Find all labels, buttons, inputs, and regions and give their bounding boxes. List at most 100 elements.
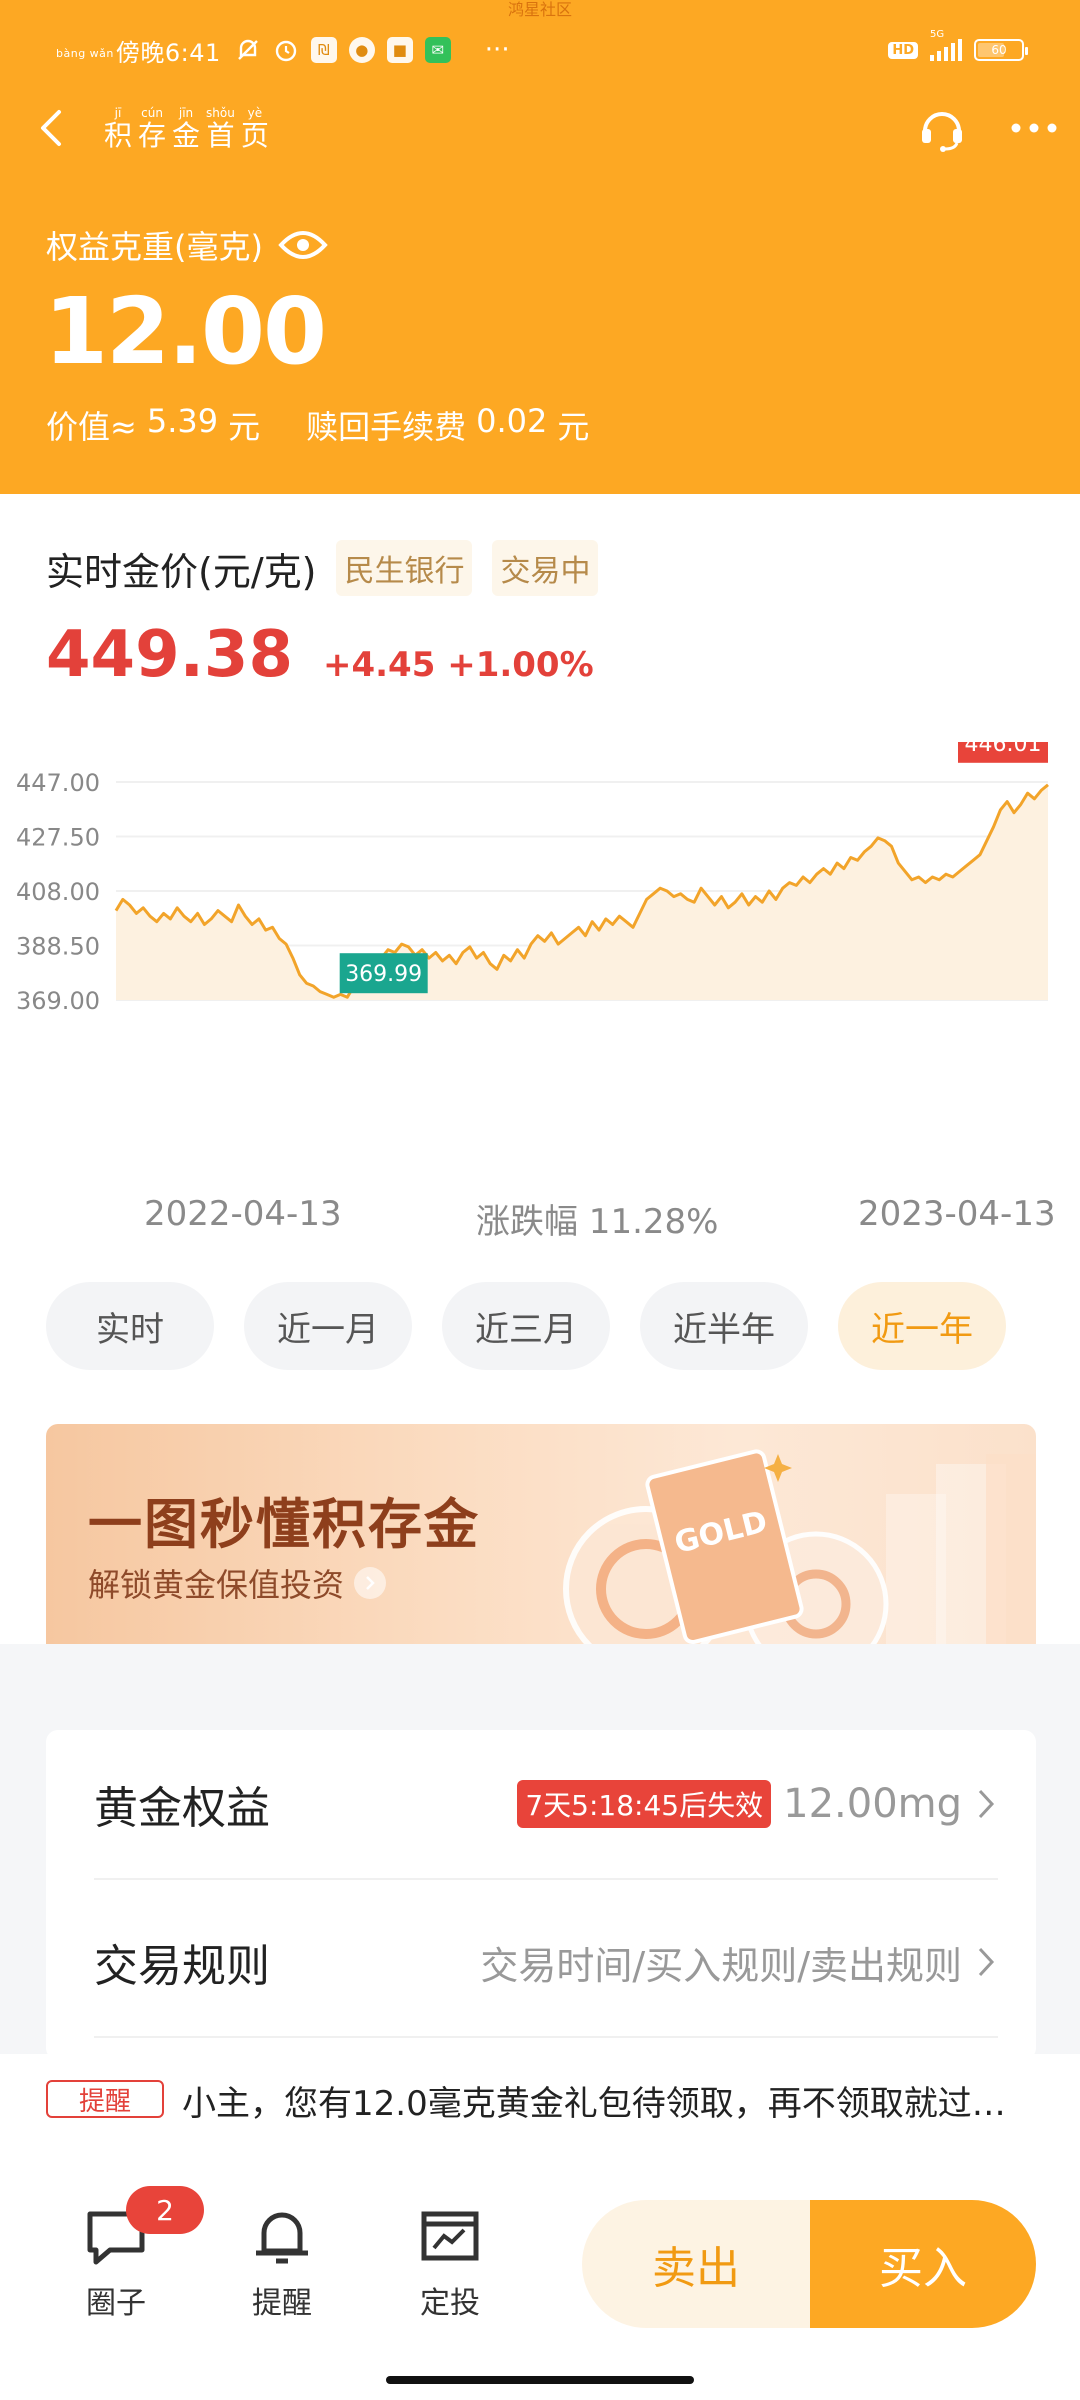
bank-tag: 民生银行 xyxy=(336,540,473,596)
gold-equity-row[interactable]: 黄金权益 7天5:18:45后失效 12.00mg xyxy=(94,1730,998,1880)
trading-rules-value: 交易时间/买入规则/卖出规则 xyxy=(480,1943,962,1988)
title-char: jī 积 xyxy=(104,106,132,152)
gold-equity-right: 7天5:18:45后失效 12.00mg xyxy=(517,1780,998,1828)
title-char-hanzi: 金 xyxy=(172,119,201,152)
title-char: jīn 金 xyxy=(172,106,200,152)
reminder-text: 小主，您有12.0毫克黄金礼包待领取，再不领取就过… xyxy=(182,2084,1006,2124)
more-notifications-icon: ··· xyxy=(484,35,510,65)
worth-unit: 元 xyxy=(228,408,261,446)
reminder-bar[interactable]: 提醒 小主，您有12.0毫克黄金礼包待领取，再不领取就过… xyxy=(0,2054,1080,2170)
title-char: shǒu 首 xyxy=(206,106,235,152)
gold-bars-illustration: GOLD xyxy=(563,1449,1036,1674)
y-tick-label: 408.00 xyxy=(16,878,100,906)
expiry-countdown-badge: 7天5:18:45后失效 xyxy=(517,1780,772,1828)
price-title: 实时金价(元/克) xyxy=(46,549,317,594)
nav-bar: jī 积 cún 存 jīn 金 shǒu 首 yè 页 xyxy=(0,92,1080,164)
fee-label: 赎回手续费 xyxy=(306,408,467,446)
chevron-right-icon xyxy=(974,1784,998,1824)
tab-auto-invest-label: 定投 xyxy=(420,2286,480,2321)
banner-subtitle-text: 解锁黄金保值投资 xyxy=(88,1566,345,1604)
bell-icon xyxy=(250,2206,314,2270)
price-row: 449.38 +4.45 +1.00% xyxy=(46,618,594,692)
title-char-pinyin: jī xyxy=(114,106,122,120)
equity-label-text: 权益克重(毫克) xyxy=(46,228,263,266)
title-char-hanzi: 存 xyxy=(138,119,167,152)
title-char-hanzi: 页 xyxy=(240,119,269,152)
wechat-icon: ✉ xyxy=(424,37,451,63)
battery-icon: 60 xyxy=(974,39,1028,61)
customer-service-button[interactable] xyxy=(912,98,972,158)
trading-status-tag: 交易中 xyxy=(492,540,599,596)
tab-remind[interactable]: 提醒 xyxy=(222,2206,342,2322)
bottom-tabbar: 2 圈子 提醒 定投 卖出 买入 xyxy=(0,2170,1080,2400)
price-change-percent: +1.00% xyxy=(447,645,594,685)
gold-equity-label: 黄金权益 xyxy=(94,1783,270,1834)
title-char: cún 存 xyxy=(138,106,166,152)
title-char-hanzi: 积 xyxy=(104,119,133,152)
notification-icons: ₪ ● ■ ✉ ··· xyxy=(235,35,510,65)
top-carrier-text: 鸿星社区 xyxy=(507,0,572,19)
app-notification-icon-2: ■ xyxy=(386,37,413,63)
price-change-value: +4.45 xyxy=(322,645,436,685)
sell-button[interactable]: 卖出 xyxy=(582,2200,810,2328)
chevron-right-icon xyxy=(974,1942,998,1982)
period-selector: 实时 近一月 近三月 近半年 近一年 xyxy=(46,1282,1006,1370)
info-list: 黄金权益 7天5:18:45后失效 12.00mg 交易规则 交易时间/买入规则… xyxy=(46,1730,1036,2060)
status-time-text: 傍晚6:41 xyxy=(115,38,221,67)
mute-icon xyxy=(237,39,258,60)
price-title-row: 实时金价(元/克) 民生银行 交易中 xyxy=(46,540,599,596)
period-button[interactable]: 近三月 xyxy=(442,1282,610,1370)
circle-badge: 2 xyxy=(126,2186,204,2234)
reminder-tag: 提醒 xyxy=(46,2080,164,2118)
more-button[interactable] xyxy=(1004,98,1064,158)
chevron-right-icon xyxy=(354,1567,387,1599)
headset-icon xyxy=(922,112,962,152)
banner-title: 一图秒懂积存金 xyxy=(88,1493,480,1556)
period-button[interactable]: 近一月 xyxy=(244,1282,412,1370)
period-button[interactable]: 近一年 xyxy=(838,1282,1006,1370)
tab-remind-label: 提醒 xyxy=(252,2286,312,2321)
eye-icon[interactable] xyxy=(277,225,329,265)
chart-board-icon xyxy=(418,2206,482,2270)
tab-circle[interactable]: 2 圈子 xyxy=(56,2186,204,2322)
home-indicator[interactable] xyxy=(386,2376,694,2384)
status-time: bàng wǎn 傍晚6:41 xyxy=(56,33,221,68)
buy-button[interactable]: 买入 xyxy=(810,2200,1036,2328)
app-notification-icon: ₪ xyxy=(310,37,337,63)
status-bar: bàng wǎn 傍晚6:41 ₪ ● ■ ✉ ··· HD 5G 60 xyxy=(56,28,1028,72)
chat-bubble-icon: 2 xyxy=(84,2186,204,2270)
back-button[interactable] xyxy=(26,102,78,154)
tab-auto-invest[interactable]: 定投 xyxy=(390,2206,510,2322)
worth-label: 价值≈ xyxy=(46,408,137,446)
worth-value: 5.39 xyxy=(146,402,219,440)
min-price-label: 369.99 xyxy=(345,962,422,987)
title-char-hanzi: 首 xyxy=(206,119,235,152)
tab-circle-label: 圈子 xyxy=(86,2286,146,2321)
current-price: 449.38 xyxy=(46,618,293,692)
qq-icon: ● xyxy=(348,37,375,63)
chart-footer: 2022-04-13 涨跌幅 11.28% 2023-04-13 xyxy=(0,1194,1080,1242)
trade-buttons: 卖出 买入 xyxy=(582,2200,1036,2328)
y-tick-label: 447.00 xyxy=(16,769,100,797)
value-row: 价值≈ 5.39 元 赎回手续费 0.02 元 xyxy=(46,402,589,448)
header: 鸿星社区 bàng wǎn 傍晚6:41 ₪ ● ■ ✉ ··· HD 5G 6… xyxy=(0,0,1080,494)
hd-badge: HD xyxy=(888,41,918,59)
equity-label: 权益克重(毫克) xyxy=(46,222,329,268)
title-char-pinyin: cún xyxy=(141,106,163,120)
fee-unit: 元 xyxy=(557,408,590,446)
price-card: 实时金价(元/克) 民生银行 交易中 449.38 +4.45 +1.00% 4… xyxy=(0,494,1080,1674)
promo-banner[interactable]: 一图秒懂积存金 解锁黄金保值投资 GOLD xyxy=(46,1424,1036,1674)
chart-end-date: 2023-04-13 xyxy=(858,1194,1056,1234)
period-button[interactable]: 实时 xyxy=(46,1282,214,1370)
trading-rules-row[interactable]: 交易规则 交易时间/买入规则/卖出规则 xyxy=(94,1888,998,2038)
more-icon xyxy=(1011,123,1057,133)
period-button[interactable]: 近半年 xyxy=(640,1282,808,1370)
price-area xyxy=(116,784,1048,1000)
back-arrow-icon xyxy=(41,110,61,146)
title-char-pinyin: jīn xyxy=(178,106,194,120)
signal-icon: 5G xyxy=(930,29,962,61)
max-price-label: 446.01 xyxy=(965,742,1042,757)
network-type: 5G xyxy=(930,29,945,40)
fee-value: 0.02 xyxy=(476,402,548,440)
price-chart[interactable]: 447.00 427.50 408.00 388.50 369.00 369.99 446.… xyxy=(0,742,1080,1102)
